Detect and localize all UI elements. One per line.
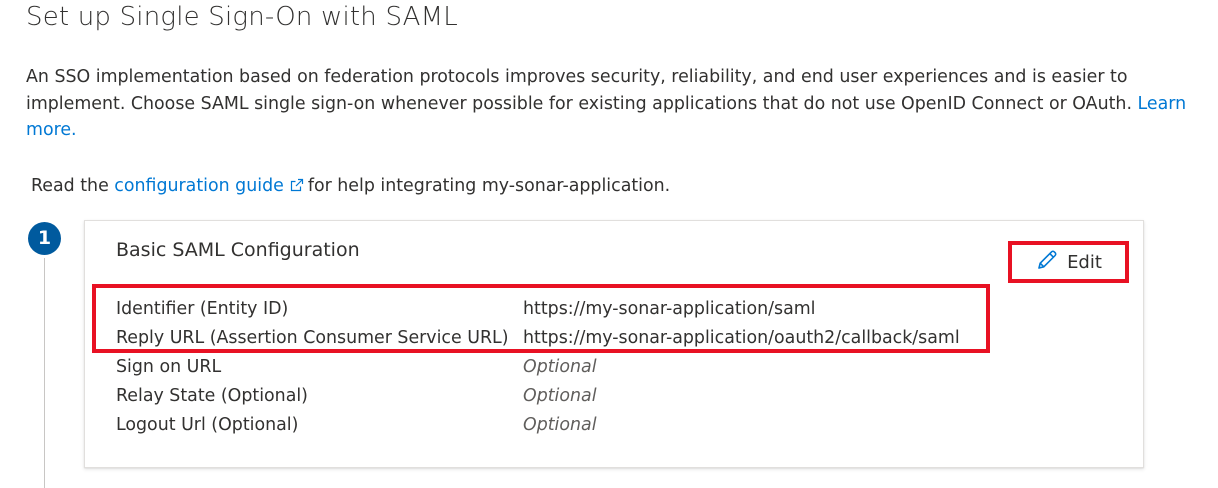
- config-row: Reply URL (Assertion Consumer Service UR…: [116, 323, 1016, 352]
- logout-url-value: Optional: [523, 414, 597, 435]
- config-row: Relay State (Optional) Optional: [116, 381, 1016, 410]
- page-title: Set up Single Sign-On with SAML: [26, 2, 458, 32]
- guide-suffix: for help integrating my-sonar-applicatio…: [307, 176, 671, 196]
- configuration-guide-link[interactable]: configuration guide: [114, 176, 284, 196]
- relay-state-value: Optional: [523, 385, 597, 406]
- config-row: Logout Url (Optional) Optional: [116, 410, 1016, 439]
- configuration-guide-line: Read the configuration guide for help int…: [31, 173, 670, 200]
- edit-label: Edit: [1067, 251, 1102, 273]
- guide-prefix: Read the: [31, 176, 115, 196]
- configuration-rows: Identifier (Entity ID) https://my-sonar-…: [116, 294, 1016, 439]
- reply-url-value: https://my-sonar-application/oauth2/call…: [523, 327, 960, 348]
- config-row: Sign on URL Optional: [116, 352, 1016, 381]
- config-row: Identifier (Entity ID) https://my-sonar-…: [116, 294, 1016, 323]
- sign-on-url-value: Optional: [523, 356, 597, 377]
- step-connector-line: [44, 258, 45, 488]
- intro-text: An SSO implementation based on federatio…: [26, 67, 1138, 114]
- step-number-badge: 1: [28, 222, 61, 255]
- identifier-label: Identifier (Entity ID): [116, 298, 289, 319]
- relay-state-label: Relay State (Optional): [116, 385, 308, 406]
- identifier-value: https://my-sonar-application/saml: [523, 298, 816, 319]
- reply-url-label: Reply URL (Assertion Consumer Service UR…: [116, 327, 509, 348]
- edit-button[interactable]: Edit: [1008, 241, 1129, 283]
- pencil-icon: [1035, 248, 1059, 277]
- saml-setup-page: Set up Single Sign-On with SAML An SSO i…: [0, 0, 1218, 488]
- basic-saml-configuration-card: Basic SAML Configuration Edit Identifier…: [84, 220, 1144, 468]
- sign-on-url-label: Sign on URL: [116, 356, 222, 377]
- card-title: Basic SAML Configuration: [116, 239, 360, 261]
- logout-url-label: Logout Url (Optional): [116, 414, 299, 435]
- external-link-icon[interactable]: [290, 174, 304, 200]
- intro-paragraph: An SSO implementation based on federatio…: [26, 64, 1201, 144]
